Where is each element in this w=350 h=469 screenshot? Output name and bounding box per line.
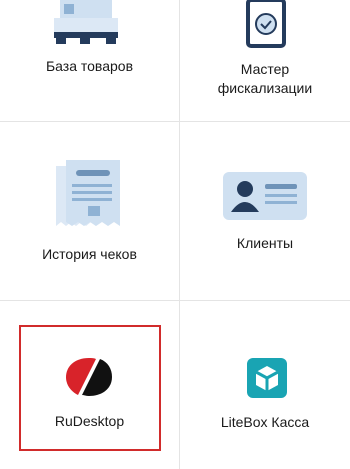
tile-receipt-history[interactable]: История чеков [0,122,179,300]
receipt-history-icon [56,160,120,226]
tile-products-base[interactable]: База товаров [0,0,179,121]
tile-label: Клиенты [236,235,294,251]
tile-label: Мастер фискализации [217,61,313,96]
client-card-icon [223,172,307,220]
tile-clients[interactable]: Клиенты [180,122,350,300]
apps-grid: База товаров Мастер фискализации История… [0,0,350,469]
tile-litebox[interactable]: LiteBox Касса [180,301,350,469]
tile-fiscal-wizard[interactable]: Мастер фискализации [180,0,350,121]
fiscal-wizard-icon [246,0,286,48]
tile-label: История чеков [42,246,137,262]
selection-highlight [19,325,161,451]
tile-label: База товаров [45,58,134,74]
tile-label: LiteBox Касса [220,414,310,430]
litebox-logo-icon [247,358,287,398]
products-base-icon [54,0,118,44]
